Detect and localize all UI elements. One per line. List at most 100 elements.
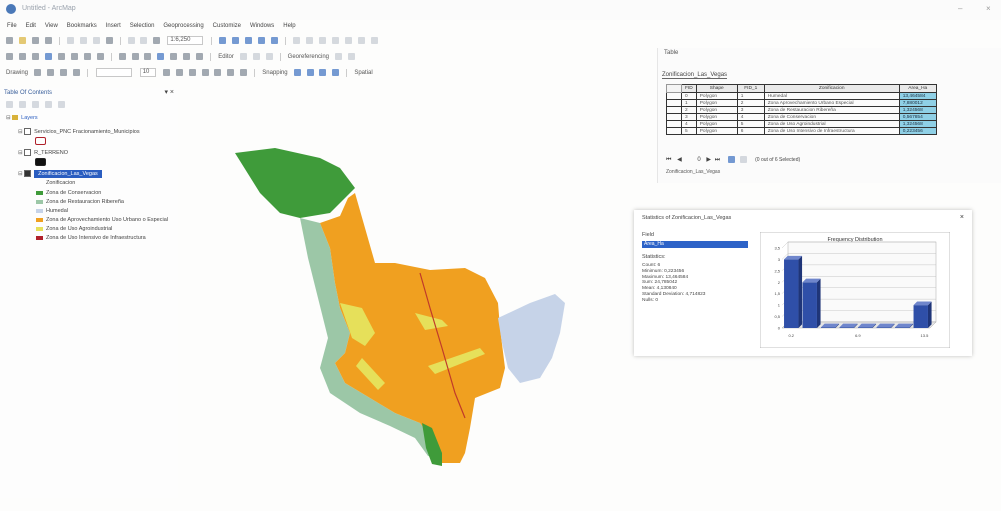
copy-icon[interactable] <box>79 37 87 44</box>
full-extent-icon[interactable] <box>44 53 52 60</box>
editor-toolbar-icon[interactable] <box>219 37 227 44</box>
select-elements-icon[interactable] <box>144 53 152 60</box>
rotate-icon[interactable] <box>46 69 54 76</box>
new-text-icon[interactable] <box>72 69 80 76</box>
cut-icon[interactable] <box>66 37 74 44</box>
legend-item[interactable]: Zona de Restauracion Ribereña <box>36 199 124 205</box>
menu-windows[interactable]: Windows <box>250 23 274 29</box>
toolbar-icon-a[interactable] <box>305 37 313 44</box>
table-tab[interactable]: Zonificacion_Las_Vegas <box>662 72 728 79</box>
georef-icon-a[interactable] <box>334 53 342 60</box>
fill-color-icon[interactable] <box>214 69 222 76</box>
map-canvas[interactable] <box>180 98 660 498</box>
toc-layer-zonificacion[interactable]: ⊟ Zonificacion_Las_Vegas <box>18 169 102 178</box>
marker-color-icon[interactable] <box>240 69 248 76</box>
column-header[interactable]: FID <box>681 84 697 93</box>
font-color-icon[interactable] <box>201 69 209 76</box>
table-row[interactable]: 2 Polygon 3 Zona de Restauracion Ribereña 1,… <box>666 106 937 114</box>
print-icon[interactable] <box>44 37 52 44</box>
toolbar-icon-f[interactable] <box>370 37 378 44</box>
save-icon[interactable] <box>31 37 39 44</box>
menu-help[interactable]: Help <box>283 23 295 29</box>
list-by-visibility-icon[interactable] <box>31 101 39 108</box>
pin-icon[interactable]: ▾ × <box>164 88 174 96</box>
legend-item[interactable]: Humedal <box>36 208 68 214</box>
column-header[interactable]: FID_1 <box>736 84 765 93</box>
edit-annotation-icon[interactable] <box>252 53 260 60</box>
table-row[interactable]: 4 Polygon 5 Zona de Uso Agroindustrial 1,324… <box>666 120 937 128</box>
last-record-icon[interactable]: ⏭ <box>715 157 720 163</box>
select-features-icon[interactable] <box>118 53 126 60</box>
list-by-drawing-order-icon[interactable] <box>6 101 13 108</box>
new-document-icon[interactable] <box>6 37 13 44</box>
column-header[interactable]: Zonificacion <box>763 84 900 93</box>
zone-humedal[interactable] <box>498 294 565 383</box>
legend-item[interactable]: Zona de Uso Agroindustrial <box>36 226 112 232</box>
zone-conservacion-north[interactable] <box>235 148 355 218</box>
back-extent-icon[interactable] <box>83 53 91 60</box>
rectangle-icon[interactable] <box>59 69 67 76</box>
close-icon[interactable]: × <box>960 214 964 221</box>
undo-icon[interactable] <box>127 37 135 44</box>
straight-segment-icon[interactable] <box>265 53 273 60</box>
drawing-label[interactable]: Drawing <box>6 70 28 76</box>
menu-customize[interactable]: Customize <box>213 23 241 29</box>
previous-record-icon[interactable]: ◀ <box>677 157 682 163</box>
catalog-icon[interactable] <box>232 37 240 44</box>
table-row[interactable]: 1 Polygon 2 Zona Aprovechamiento Urbano Esp… <box>666 99 937 107</box>
show-selected-records-icon[interactable] <box>740 156 748 163</box>
add-data-icon[interactable] <box>153 37 161 44</box>
first-record-icon[interactable]: ⏮ <box>666 157 671 163</box>
table-footer-tab[interactable]: Zonificacion_Las_Vegas <box>666 169 720 175</box>
delete-icon[interactable] <box>105 37 113 44</box>
record-number[interactable]: 0 <box>697 157 700 163</box>
map-scale-select[interactable]: 1:6,250 <box>167 36 204 45</box>
list-by-source-icon[interactable] <box>18 101 26 108</box>
paste-icon[interactable] <box>92 37 100 44</box>
toolbar-icon-d[interactable] <box>344 37 352 44</box>
menu-edit[interactable]: Edit <box>26 23 36 29</box>
snapping-label[interactable]: Snapping <box>262 70 287 76</box>
menu-view[interactable]: View <box>45 23 58 29</box>
measure-icon[interactable] <box>183 53 191 60</box>
menu-geoprocessing[interactable]: Geoprocessing <box>163 23 203 29</box>
clear-selection-icon[interactable] <box>131 53 139 60</box>
georef-icon-b[interactable] <box>347 53 355 60</box>
end-snapping-icon[interactable] <box>306 69 314 76</box>
toolbar-icon-c[interactable] <box>331 37 339 44</box>
fixed-zoom-out-icon[interactable] <box>70 53 78 60</box>
open-folder-icon[interactable] <box>18 37 26 44</box>
legend-item[interactable]: Zona de Aprovechamiento Uso Urbano o Esp… <box>36 217 168 223</box>
next-record-icon[interactable]: ▶ <box>706 157 711 163</box>
edit-tool-icon[interactable] <box>239 53 247 60</box>
spatial-label[interactable]: Spatial <box>354 70 372 76</box>
edge-snapping-icon[interactable] <box>332 69 340 76</box>
model-builder-icon[interactable] <box>293 37 301 44</box>
close-icon[interactable]: × <box>986 4 991 13</box>
zoom-out-icon[interactable] <box>18 53 26 60</box>
georeferencing-label[interactable]: Georeferencing <box>288 54 329 60</box>
italic-icon[interactable] <box>175 69 183 76</box>
toc-options-icon[interactable] <box>57 101 65 108</box>
toc-layer-terreno[interactable]: ⊟ R_TERRENO <box>18 149 68 156</box>
menu-bookmarks[interactable]: Bookmarks <box>67 23 97 29</box>
find-icon[interactable] <box>170 53 178 60</box>
column-header[interactable]: Area_Ha <box>898 84 937 93</box>
toc-layers-root[interactable]: ⊟ Layers <box>6 115 38 121</box>
zoom-in-icon[interactable] <box>6 53 13 60</box>
table-row[interactable]: 3 Polygon 4 Zona de Conservacion 0,567854 <box>666 113 937 121</box>
column-header[interactable]: Shape <box>695 84 738 93</box>
point-snapping-icon[interactable] <box>293 69 301 76</box>
menu-insert[interactable]: Insert <box>106 23 121 29</box>
editor-label[interactable]: Editor <box>218 54 234 60</box>
underline-icon[interactable] <box>188 69 196 76</box>
legend-item[interactable]: Zona de Conservacion <box>36 190 101 196</box>
forward-extent-icon[interactable] <box>96 53 104 60</box>
table-row[interactable]: 0 Polygon 1 Humedal 13,464584 <box>666 92 937 100</box>
minimize-icon[interactable]: – <box>958 4 962 13</box>
toolbar-icon-b[interactable] <box>318 37 326 44</box>
layer-visibility-checkbox[interactable] <box>24 170 32 177</box>
pan-icon[interactable] <box>31 53 39 60</box>
arctoolbox-icon[interactable] <box>258 37 266 44</box>
legend-item[interactable]: Zona de Uso Intensivo de Infraestructura <box>36 235 146 241</box>
